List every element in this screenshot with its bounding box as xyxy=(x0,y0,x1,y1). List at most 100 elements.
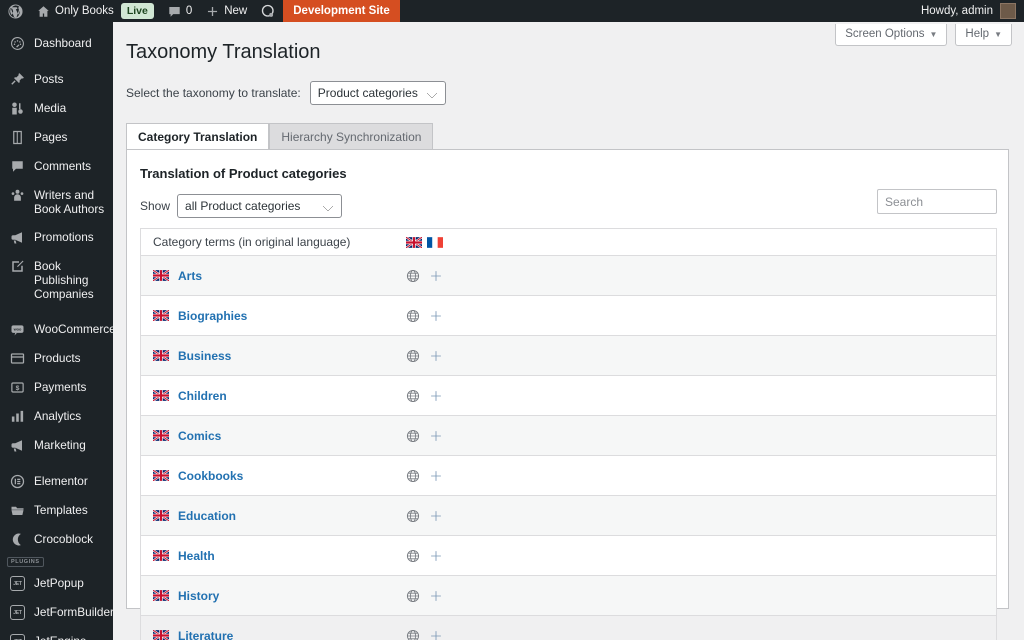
edit-icon xyxy=(9,259,26,274)
show-label: Show xyxy=(140,199,171,213)
term-cell: Literature xyxy=(153,629,233,640)
plus-icon[interactable] xyxy=(429,589,443,603)
sidebar-item-woocommerce[interactable]: woo WooCommerce xyxy=(0,315,113,344)
table-row: Business xyxy=(141,336,996,376)
globe-icon[interactable] xyxy=(406,509,420,523)
uk-flag-icon xyxy=(153,390,169,401)
sidebar-item-payments[interactable]: $ Payments xyxy=(0,373,113,402)
new-content-label: New xyxy=(224,5,248,17)
megaphone-icon xyxy=(9,230,26,245)
sidebar-item-media[interactable]: Media xyxy=(0,94,113,123)
plus-icon[interactable] xyxy=(429,349,443,363)
sidebar-item-elementor[interactable]: Elementor xyxy=(0,467,113,496)
plus-icon[interactable] xyxy=(429,309,443,323)
term-cell: Arts xyxy=(153,269,202,283)
uk-flag-icon xyxy=(153,430,169,441)
products-icon xyxy=(9,351,26,366)
plus-icon[interactable] xyxy=(429,509,443,523)
uk-flag-icon xyxy=(153,470,169,481)
translation-panel: Translation of Product categories Show a… xyxy=(126,149,1009,640)
france-flag-icon xyxy=(427,236,443,248)
globe-icon[interactable] xyxy=(406,269,420,283)
uk-flag-icon xyxy=(153,510,169,521)
plus-icon[interactable] xyxy=(429,469,443,483)
plus-icon[interactable] xyxy=(429,429,443,443)
sidebar-item-label: Templates xyxy=(34,503,88,517)
comments-menu[interactable]: 0 xyxy=(161,0,199,22)
sidebar-item-comments[interactable]: Comments xyxy=(0,152,113,181)
globe-icon[interactable] xyxy=(406,549,420,563)
term-link[interactable]: History xyxy=(178,589,219,603)
avatar[interactable] xyxy=(1000,3,1016,19)
plus-icon[interactable] xyxy=(429,269,443,283)
sidebar-item-pages[interactable]: Pages xyxy=(0,123,113,152)
plus-icon[interactable] xyxy=(429,629,443,640)
globe-icon[interactable] xyxy=(406,309,420,323)
term-link[interactable]: Arts xyxy=(178,269,202,283)
term-link[interactable]: Health xyxy=(178,549,215,563)
sidebar-item-analytics[interactable]: Analytics xyxy=(0,402,113,431)
term-link[interactable]: Business xyxy=(178,349,231,363)
table-header-label: Category terms (in original language) xyxy=(153,235,351,249)
term-link[interactable]: Cookbooks xyxy=(178,469,243,483)
sidebar-item-dashboard[interactable]: Dashboard xyxy=(0,29,113,58)
globe-icon[interactable] xyxy=(406,389,420,403)
tab-category-translation[interactable]: Category Translation xyxy=(126,123,270,150)
howdy-menu[interactable]: Howdy, admin xyxy=(914,0,993,22)
row-actions xyxy=(406,429,443,443)
sidebar-item-label: Dashboard xyxy=(34,36,92,50)
term-link[interactable]: Biographies xyxy=(178,309,247,323)
plus-icon[interactable] xyxy=(429,549,443,563)
globe-icon[interactable] xyxy=(406,469,420,483)
table-row: Children xyxy=(141,376,996,416)
uk-flag-icon xyxy=(153,550,169,561)
taxonomy-select[interactable]: Product categories xyxy=(309,81,446,105)
sidebar-item-jetpopup[interactable]: JET JetPopup xyxy=(0,569,113,598)
sidebar-item-templates[interactable]: Templates xyxy=(0,496,113,525)
screen-options-label: Screen Options xyxy=(845,28,925,40)
analytics-icon xyxy=(9,409,26,424)
sidebar-item-label: Elementor xyxy=(34,474,88,488)
sidebar-item-book-publishing-companies[interactable]: Book Publishing Companies xyxy=(0,252,113,308)
plus-icon[interactable] xyxy=(429,389,443,403)
table-row: Education xyxy=(141,496,996,536)
globe-icon[interactable] xyxy=(406,589,420,603)
term-cell: Business xyxy=(153,349,231,363)
comment-icon xyxy=(9,159,26,174)
globe-icon[interactable] xyxy=(406,429,420,443)
svg-text:$: $ xyxy=(16,385,20,392)
elementor-icon xyxy=(9,474,26,489)
sidebar-item-posts[interactable]: Posts xyxy=(0,65,113,94)
sidebar-item-label: JetPopup xyxy=(34,576,84,590)
admin-sidebar-menu: Dashboard Posts Media Pages Comments Wri… xyxy=(0,22,113,640)
live-status-badge-wrap[interactable]: Live xyxy=(120,0,161,22)
sidebar-item-writers-and-book-authors[interactable]: Writers and Book Authors xyxy=(0,181,113,223)
table-header-flags xyxy=(406,236,443,248)
tab-hierarchy-synchronization[interactable]: Hierarchy Synchronization xyxy=(269,123,434,150)
sidebar-item-jetformbuilder[interactable]: JET JetFormBuilder xyxy=(0,598,113,627)
globe-icon[interactable] xyxy=(406,629,420,640)
term-link[interactable]: Children xyxy=(178,389,227,403)
help-button[interactable]: Help ▼ xyxy=(955,24,1012,46)
show-filter-select[interactable]: all Product categories xyxy=(177,194,343,218)
new-content-menu[interactable]: New xyxy=(199,0,254,22)
term-link[interactable]: Comics xyxy=(178,429,221,443)
term-link[interactable]: Education xyxy=(178,509,236,523)
sidebar-item-crocoblock[interactable]: Crocoblock xyxy=(0,525,113,554)
term-cell: Cookbooks xyxy=(153,469,243,483)
sidebar-item-label: Promotions xyxy=(34,230,94,244)
sidebar-item-products[interactable]: Products xyxy=(0,344,113,373)
search-input[interactable] xyxy=(877,189,997,214)
globe-icon[interactable] xyxy=(406,349,420,363)
taxonomy-select-label: Select the taxonomy to translate: xyxy=(126,86,301,100)
term-link[interactable]: Literature xyxy=(178,629,233,640)
screen-options-button[interactable]: Screen Options ▼ xyxy=(835,24,948,46)
sidebar-item-marketing[interactable]: Marketing xyxy=(0,431,113,460)
sidebar-item-promotions[interactable]: Promotions xyxy=(0,223,113,252)
query-monitor-menu[interactable] xyxy=(254,0,283,22)
row-actions xyxy=(406,469,443,483)
svg-text:woo: woo xyxy=(13,327,22,332)
sidebar-item-jetengine[interactable]: JET JetEngine xyxy=(0,627,113,640)
wordpress-logo-button[interactable] xyxy=(0,0,30,22)
site-name-menu[interactable]: Only Books xyxy=(30,0,121,22)
